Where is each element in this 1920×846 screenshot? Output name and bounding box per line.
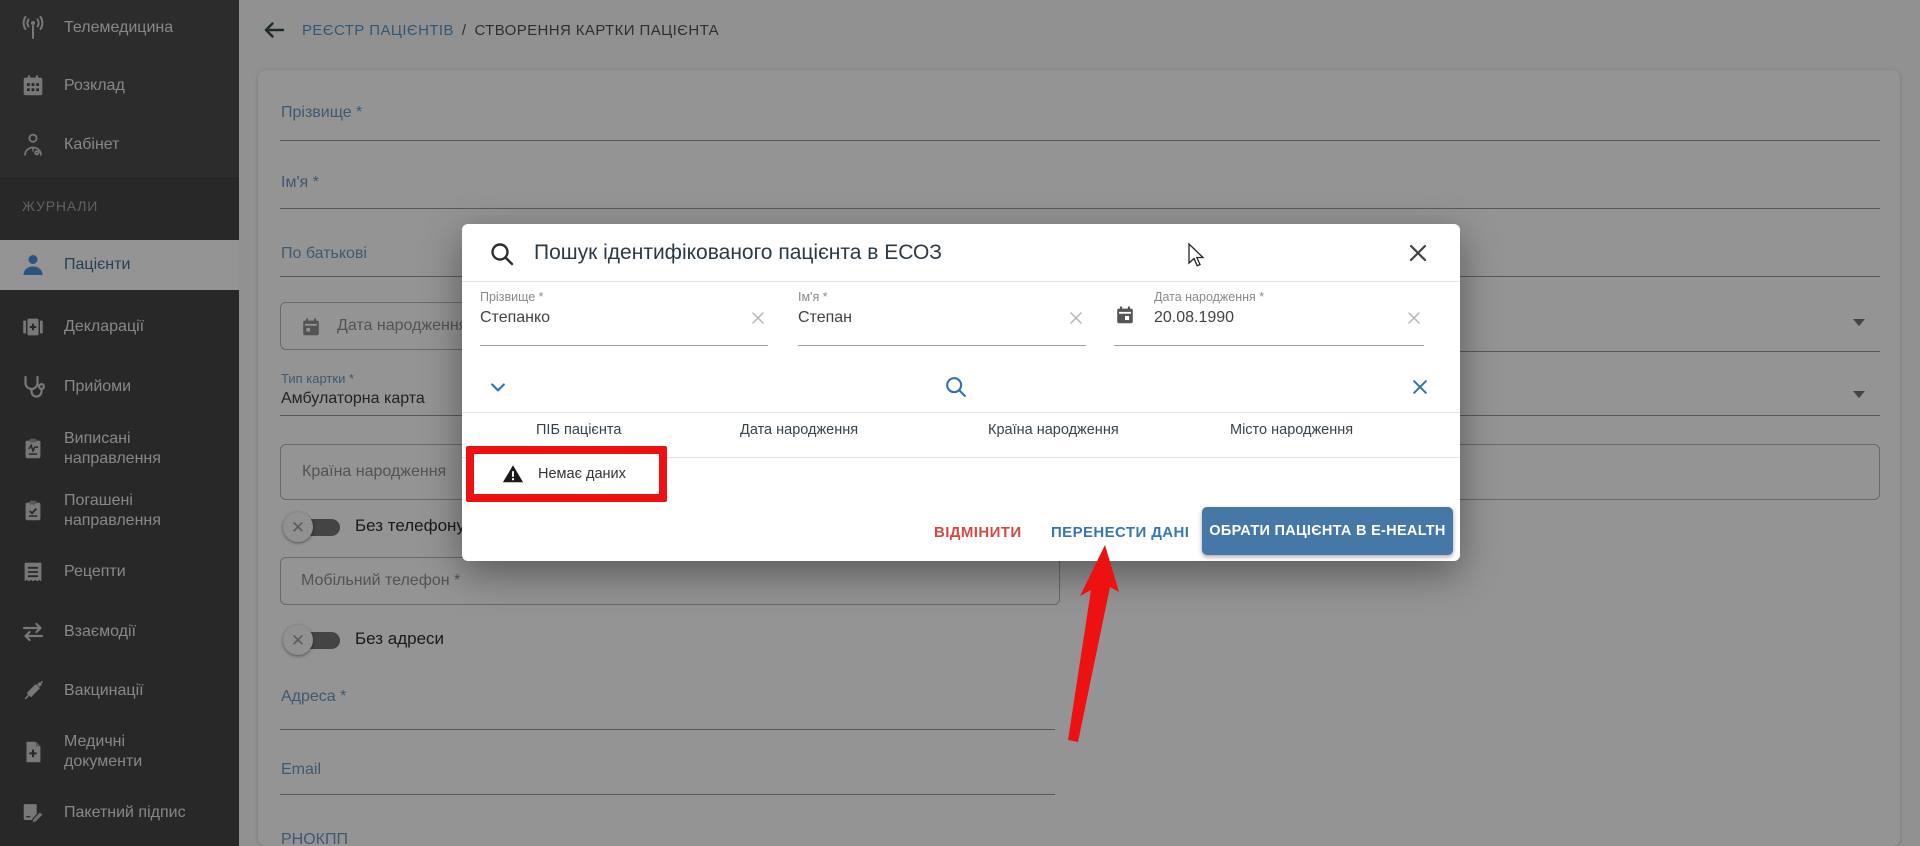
modal-header-divider (462, 281, 1460, 282)
field-label: Ім'я * (798, 290, 828, 304)
close-icon[interactable] (1406, 241, 1430, 270)
field-value: 20.08.1990 (1154, 309, 1234, 327)
chevron-down-icon[interactable] (488, 377, 508, 402)
field-label: Прізвище * (480, 290, 544, 304)
ecoz-search-modal: Пошук ідентифікованого пацієнта в ЕСОЗ П… (462, 224, 1460, 561)
clear-search-icon[interactable] (1410, 377, 1430, 402)
select-patient-ehealth-button[interactable]: ОБРАТИ ПАЦІЄНТА В E-HEALTH (1202, 507, 1453, 555)
search-submit-icon[interactable] (943, 374, 969, 405)
modal-title: Пошук ідентифікованого пацієнта в ЕСОЗ (534, 241, 942, 265)
modal-birth-date-field[interactable]: Дата народження * 20.08.1990 (1114, 288, 1424, 348)
clear-icon[interactable] (1066, 308, 1086, 328)
warning-icon (502, 463, 524, 485)
field-label: Дата народження * (1154, 290, 1264, 304)
modal-surname-field[interactable]: Прізвище * Степанко (480, 288, 768, 348)
table-header-name: ПІБ пацієнта (536, 422, 621, 438)
cancel-button[interactable]: ВІДМІНИТИ (934, 524, 1022, 541)
field-value: Степанко (480, 309, 550, 327)
modal-divider (462, 412, 1460, 413)
table-header-birth-date: Дата народження (740, 422, 858, 438)
search-icon (488, 240, 516, 273)
no-data-highlight-box: Немає даних (466, 446, 667, 502)
field-underline (1114, 345, 1424, 346)
transfer-data-button[interactable]: ПЕРЕНЕСТИ ДАНІ (1051, 524, 1189, 541)
app-root: РЕЄСТР ПАЦІЄНТІВ / СТВОРЕННЯ КАРТКИ ПАЦІ… (0, 0, 1920, 846)
field-underline (798, 345, 1086, 346)
clear-icon[interactable] (748, 308, 768, 328)
no-data-text: Немає даних (538, 466, 626, 482)
modal-name-field[interactable]: Ім'я * Степан (798, 288, 1086, 348)
table-header-birth-country: Країна народження (988, 422, 1119, 438)
field-underline (480, 345, 768, 346)
clear-icon[interactable] (1404, 308, 1424, 328)
field-value: Степан (798, 309, 852, 327)
calendar-icon (1114, 304, 1136, 331)
table-header-birth-city: Місто народження (1230, 422, 1353, 438)
